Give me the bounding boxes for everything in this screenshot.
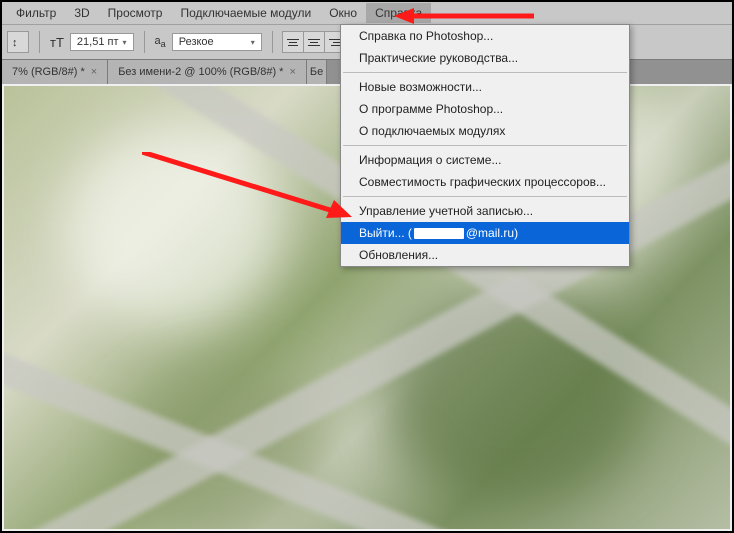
- align-left-button[interactable]: [282, 31, 304, 53]
- svg-text:↕: ↕: [12, 37, 18, 49]
- font-size-icon: тТ: [50, 35, 64, 50]
- menu-item-whats-new[interactable]: Новые возможности...: [341, 76, 629, 98]
- redacted-email: [414, 228, 464, 239]
- close-icon[interactable]: ×: [91, 66, 97, 78]
- chevron-down-icon: ▾: [122, 38, 126, 47]
- menu-item-photoshop-help[interactable]: Справка по Photoshop...: [341, 25, 629, 47]
- tab-label: 7% (RGB/8#) *: [12, 66, 85, 78]
- tab-doc-2[interactable]: Без имени-2 @ 100% (RGB/8#) * ×: [108, 60, 307, 84]
- menu-filter[interactable]: Фильтр: [7, 3, 65, 23]
- menubar: Фильтр 3D Просмотр Подключаемые модули О…: [2, 2, 732, 24]
- menu-3d[interactable]: 3D: [65, 3, 98, 23]
- menu-view[interactable]: Просмотр: [99, 3, 172, 23]
- menu-item-manage-account[interactable]: Управление учетной записью...: [341, 200, 629, 222]
- text-orientation-button[interactable]: ↕: [7, 31, 29, 53]
- menu-separator: [343, 145, 627, 146]
- annotation-arrow-top: [394, 6, 534, 26]
- text-align-group: [283, 31, 346, 53]
- tab-doc-1[interactable]: 7% (RGB/8#) * ×: [2, 60, 108, 84]
- close-icon[interactable]: ×: [289, 66, 295, 78]
- sign-out-email-domain: @mail.ru): [466, 226, 518, 240]
- align-center-button[interactable]: [303, 31, 325, 53]
- menu-window[interactable]: Окно: [320, 3, 366, 23]
- font-size-field[interactable]: 21,51 пт ▾: [70, 33, 134, 51]
- antialias-label: aa: [155, 35, 166, 49]
- sign-out-label: Выйти... (: [359, 226, 412, 240]
- help-dropdown-menu: Справка по Photoshop... Практические рук…: [340, 24, 630, 267]
- tab-label: Без имени-2 @ 100% (RGB/8#) *: [118, 66, 283, 78]
- menu-separator: [343, 196, 627, 197]
- chevron-down-icon: ▾: [251, 38, 255, 47]
- menu-separator: [343, 72, 627, 73]
- menu-item-about-photoshop[interactable]: О программе Photoshop...: [341, 98, 629, 120]
- tab-label: Бе: [310, 66, 323, 78]
- menu-item-tutorials[interactable]: Практические руководства...: [341, 47, 629, 69]
- menu-plugins[interactable]: Подключаемые модули: [171, 3, 320, 23]
- menu-item-about-plugins[interactable]: О подключаемых модулях: [341, 120, 629, 142]
- tab-doc-3[interactable]: Бе: [307, 60, 327, 84]
- menu-item-system-info[interactable]: Информация о системе...: [341, 149, 629, 171]
- menu-item-gpu-compat[interactable]: Совместимость графических процессоров...: [341, 171, 629, 193]
- annotation-arrow-signout: [142, 152, 352, 227]
- menu-item-updates[interactable]: Обновления...: [341, 244, 629, 266]
- menu-item-sign-out[interactable]: Выйти... ( @mail.ru): [341, 222, 629, 244]
- antialias-dropdown[interactable]: Резкое ▾: [172, 33, 262, 51]
